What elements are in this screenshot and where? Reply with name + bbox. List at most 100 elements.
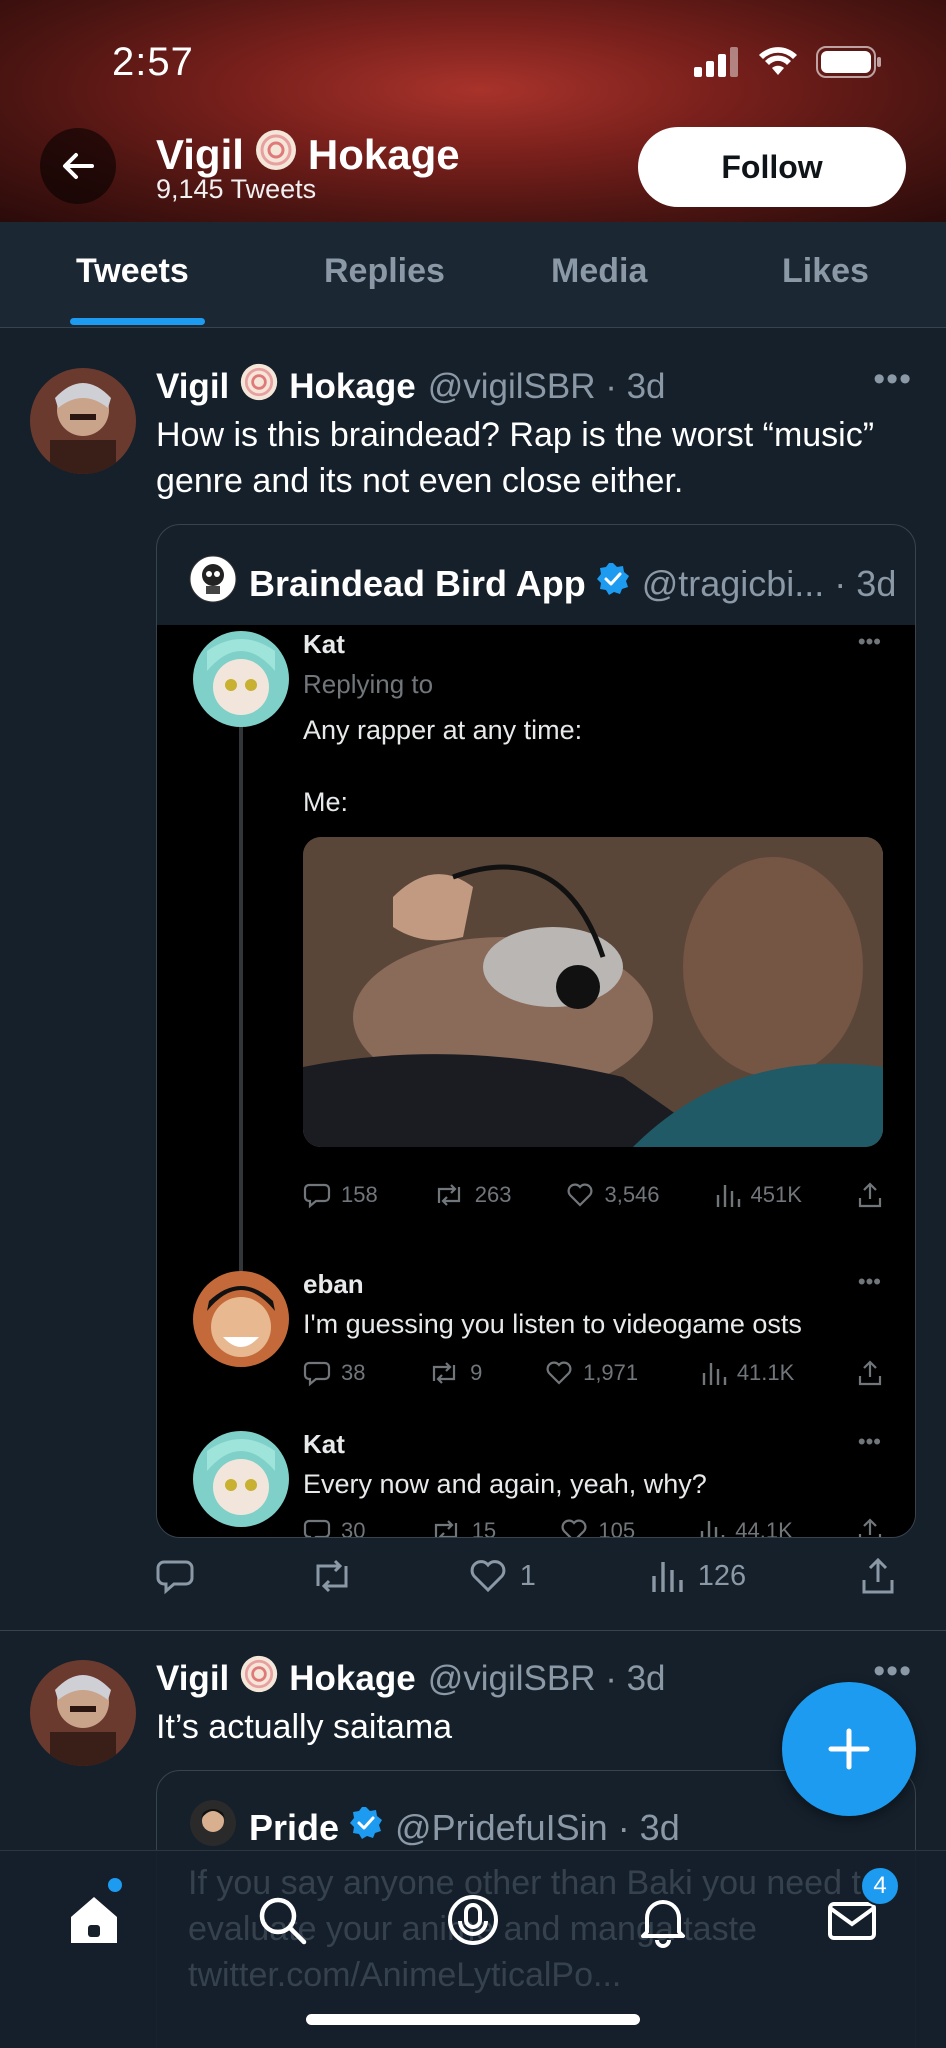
tweet-header: Vigil Hokage @vigilSBR · 3d [156,362,666,411]
author-name-first[interactable]: Vigil [156,1659,229,1699]
status-time: 2:57 [112,40,194,84]
views-icon [702,1363,727,1385]
thread-connector [239,725,243,1325]
quote-avatar [189,1799,237,1856]
views-stat: 44.1K [699,1517,793,1538]
views-count: 44.1K [735,1518,793,1538]
reply-count: 30 [341,1518,366,1538]
retweet-icon [433,1362,456,1384]
bell-icon [641,1900,685,1948]
tweet-divider [0,1630,946,1631]
quote-handle-time: @PridefuISin · 3d [395,1806,680,1848]
retweet-stat: 15 [430,1517,497,1538]
arrow-left-icon [63,153,94,179]
thread-avatar [193,631,289,727]
tab-likes[interactable]: Likes [782,252,869,291]
author-name-second[interactable]: Hokage [289,367,415,407]
like-button[interactable]: 1 [468,1556,536,1596]
heart-icon [561,1519,587,1537]
views-count: 126 [697,1559,747,1592]
home-notification-dot [108,1878,122,1892]
nav-search[interactable] [242,1880,322,1960]
retweet-icon [316,1559,348,1593]
wifi-icon [759,47,797,75]
thread-text-line: Every now and again, yeah, why? [303,1469,707,1499]
quote-avatar [189,555,237,612]
messages-badge: 4 [860,1866,900,1906]
thread-text-line: I'm guessing you listen to videogame ost… [303,1309,802,1339]
heart-icon [546,1361,572,1385]
profile-name-second: Hokage [307,131,460,178]
reply-stat: 30 [303,1517,366,1538]
retweet-count: 263 [474,1182,512,1207]
nav-spaces[interactable] [433,1880,513,1960]
tab-tweets[interactable]: Tweets [76,252,189,291]
retweet-button[interactable] [310,1556,354,1596]
views-button[interactable]: 126 [650,1556,746,1596]
tweet-text: How is this braindead? Rap is the worst … [156,416,875,500]
more-options-icon[interactable]: ••• [873,1652,912,1691]
reply-count: 38 [341,1360,366,1385]
share-icon [862,1557,894,1594]
nav-notifications[interactable] [623,1880,703,1960]
retweet-count: 15 [471,1518,497,1538]
reply-button[interactable] [156,1556,196,1596]
thread-more-icon: ••• [857,1269,881,1294]
like-stat: 105 [560,1517,636,1538]
thread-author-name: eban [303,1269,364,1299]
compose-tweet-button[interactable] [782,1682,916,1816]
nav-home[interactable] [54,1880,134,1960]
quote-author-name: Braindead Bird App [249,562,586,604]
back-button[interactable] [40,128,116,204]
share-icon [858,1182,882,1208]
retweet-icon [437,1184,460,1206]
meme-photo [303,837,883,1147]
thread-author-name: Kat [303,1429,345,1459]
author-name-second[interactable]: Hokage [289,1659,415,1699]
avatar[interactable] [30,368,136,474]
thread-action-bar: 158 263 3,546 451K [303,1181,883,1209]
share-button[interactable] [860,1556,896,1596]
tab-replies[interactable]: Replies [324,252,445,291]
home-icon [71,1897,117,1943]
views-icon [701,1521,725,1537]
like-count: 1,971 [583,1360,639,1385]
avatar[interactable] [30,1660,136,1766]
retweet-icon [434,1520,457,1537]
views-stat: 41.1K [701,1359,795,1387]
naruto-swirl-emoji-icon [239,362,279,411]
quoted-tweet[interactable]: Braindead Bird App @tragicbi... · 3d Kat… [156,524,916,1538]
share-stat [857,1181,883,1209]
reply-icon [303,1361,331,1387]
profile-header: 2:57 Vigil Hokage 9,145 Tweets Follow [0,0,946,222]
more-options-icon[interactable]: ••• [873,360,912,399]
heart-icon [567,1183,593,1207]
quote-header: Braindead Bird App @tragicbi... · 3d [189,555,896,612]
tab-media[interactable]: Media [551,252,647,291]
battery-icon [816,46,881,78]
thread-avatar [193,1431,289,1527]
share-icon [858,1518,882,1537]
like-stat: 3,546 [566,1181,660,1209]
reply-icon [303,1183,331,1209]
quote-author-name: Pride [249,1806,340,1848]
search-icon [259,1897,307,1945]
cellular-signal-icon [694,47,738,77]
share-icon [858,1360,882,1386]
retweet-stat: 9 [428,1359,482,1387]
author-handle-time: @vigilSBR · 3d [427,366,666,406]
thread-avatar [193,1271,289,1367]
profile-name-first: Vigil [156,131,244,178]
heart-icon [470,1560,506,1593]
follow-button[interactable]: Follow [638,127,906,207]
thread-text-line: Any rapper at any time: [303,715,583,745]
like-count: 105 [598,1518,636,1538]
author-handle-time: @vigilSBR · 3d [427,1658,666,1698]
like-count: 1 [519,1559,536,1592]
thread-text-line: Me: [303,787,349,817]
views-count: 41.1K [736,1360,795,1385]
author-name-first[interactable]: Vigil [156,367,229,407]
reply-icon [303,1519,331,1537]
verified-badge-icon [349,1806,383,1849]
views-icon [652,1562,683,1592]
